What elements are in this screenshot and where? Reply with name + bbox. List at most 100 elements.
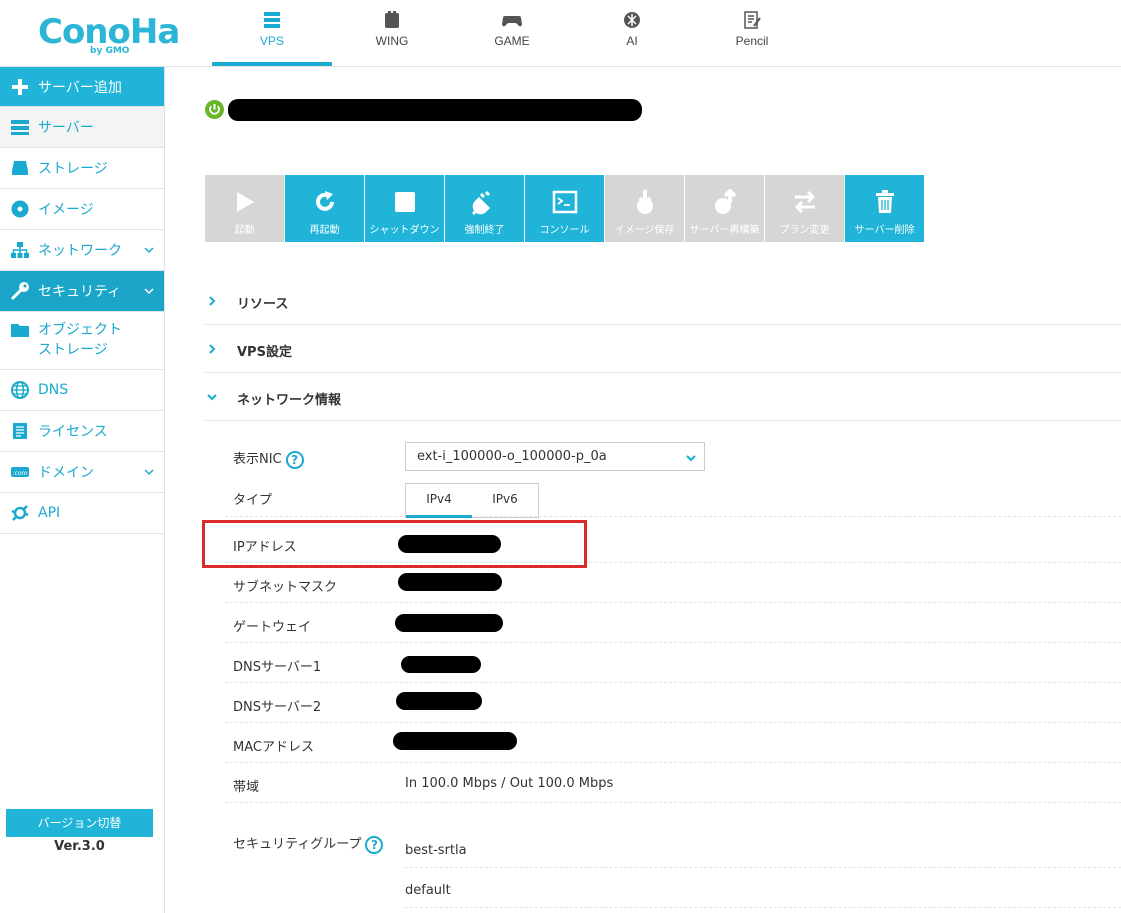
sidebar-item-label: オブジェクト ストレージ	[38, 320, 122, 360]
chevron-right-icon	[209, 296, 216, 306]
ip-address-highlight-box	[202, 520, 587, 568]
server-icon	[11, 120, 29, 135]
storage-icon	[12, 161, 28, 175]
globe-icon	[11, 381, 29, 399]
sidebar-item-api[interactable]: API	[0, 493, 164, 534]
sidebar-item-license[interactable]: ライセンス	[0, 411, 164, 452]
rebuild-server-button[interactable]: サーバー再構築	[685, 175, 764, 242]
plus-icon	[12, 78, 28, 95]
section-title: VPS設定	[237, 345, 292, 360]
restart-button[interactable]: 再起動	[285, 175, 364, 242]
nav-tab-wing[interactable]: WING	[332, 0, 452, 66]
nic-select[interactable]: ext-i_100000-o_100000-p_0a	[405, 442, 705, 471]
redacted-gateway	[395, 614, 503, 632]
section-resource[interactable]: リソース	[205, 277, 1121, 325]
delete-server-button[interactable]: サーバー削除	[845, 175, 924, 242]
sidebar-item-server[interactable]: サーバー	[0, 107, 164, 148]
plug-icon	[471, 190, 490, 215]
sidebar-item-label: サーバー	[38, 120, 94, 136]
button-label: シャットダウン	[369, 225, 440, 236]
subnet-row: サブネットマスク	[225, 563, 1121, 603]
security-group-item: default	[405, 868, 1121, 908]
security-group-item: best-srtla	[405, 828, 1121, 868]
nav-tab-label: WING	[375, 34, 409, 48]
sidebar-item-add-server[interactable]: サーバー追加	[0, 67, 164, 107]
redacted-server-name	[228, 99, 642, 121]
nic-label: 表示NIC?	[233, 448, 304, 469]
nic-select-value: ext-i_100000-o_100000-p_0a	[417, 449, 607, 464]
bandwidth-value: In 100.0 Mbps / Out 100.0 Mbps	[405, 776, 614, 791]
nav-tab-label: GAME	[494, 34, 530, 48]
chevron-down-icon	[144, 288, 154, 295]
nav-tab-pencil[interactable]: Pencil	[692, 0, 812, 66]
change-plan-button[interactable]: プラン変更	[765, 175, 844, 242]
dns2-label: DNSサーバー2	[233, 700, 322, 715]
chevron-down-icon	[686, 455, 696, 462]
dns2-row: DNSサーバー2	[225, 683, 1121, 723]
stop-icon	[394, 192, 415, 212]
chevron-down-icon	[144, 247, 154, 254]
sidebar-item-domain[interactable]: .com ドメイン	[0, 452, 164, 493]
license-icon	[13, 423, 27, 439]
bandwidth-row: 帯域 In 100.0 Mbps / Out 100.0 Mbps	[225, 763, 1121, 803]
redacted-dns2	[396, 692, 482, 710]
gateway-row: ゲートウェイ	[225, 603, 1121, 643]
button-label: プラン変更	[779, 225, 830, 236]
dns1-row: DNSサーバー1	[225, 643, 1121, 683]
sidebar-item-storage[interactable]: ストレージ	[0, 148, 164, 189]
type-row: タイプ	[225, 477, 1121, 517]
button-label: サーバー再構築	[689, 225, 760, 236]
gamepad-icon	[502, 16, 522, 27]
nav-tab-label: Pencil	[735, 34, 769, 48]
nav-tab-label: AI	[626, 34, 638, 48]
sidebar-item-object-storage[interactable]: オブジェクト ストレージ	[0, 312, 164, 370]
server-icon	[264, 12, 280, 28]
folder-icon	[11, 324, 29, 337]
api-icon	[11, 505, 29, 521]
version-switch-button[interactable]: バージョン切替	[6, 809, 153, 837]
conoha-logo[interactable]: ConoHa by GMO	[38, 12, 180, 56]
gateway-label: ゲートウェイ	[233, 620, 312, 635]
chevron-down-icon	[144, 469, 154, 476]
nav-tab-game[interactable]: GAME	[452, 0, 572, 66]
start-button[interactable]: 起動	[205, 175, 284, 242]
ipv4-tab[interactable]: IPv4	[406, 484, 472, 518]
sidebar-item-image[interactable]: イメージ	[0, 189, 164, 230]
button-label: イメージ保存	[614, 225, 675, 236]
force-stop-button[interactable]: 強制終了	[445, 175, 524, 242]
wing-icon	[385, 11, 399, 28]
section-vps-settings[interactable]: VPS設定	[205, 325, 1121, 373]
button-label: 強制終了	[464, 225, 505, 236]
sidebar-item-security[interactable]: セキュリティ	[0, 271, 164, 312]
sidebar-item-label: イメージ	[38, 202, 94, 218]
shutdown-button[interactable]: シャットダウン	[365, 175, 444, 242]
image-save-icon	[636, 190, 653, 214]
security-group-name: best-srtla	[405, 843, 467, 858]
help-icon[interactable]: ?	[285, 450, 304, 469]
nav-tab-vps[interactable]: VPS	[212, 0, 332, 66]
domain-icon: .com	[11, 467, 29, 477]
sidebar-item-label: ネットワーク	[38, 243, 122, 259]
sidebar-item-dns[interactable]: DNS	[0, 370, 164, 411]
help-icon[interactable]: ?	[365, 835, 384, 854]
sidebar-item-label: ストレージ	[38, 161, 108, 177]
svg-text:.com: .com	[13, 470, 28, 477]
sidebar-item-label-line1: オブジェクト	[38, 322, 122, 338]
section-title: ネットワーク情報	[237, 393, 342, 408]
button-label: コンソール	[539, 225, 590, 236]
server-action-toolbar: 起動 再起動 シャットダウン 強制終了 コンソール イメージ保存 サーバー再構築	[205, 175, 925, 242]
mac-label: MACアドレス	[233, 740, 314, 755]
save-image-button[interactable]: イメージ保存	[605, 175, 684, 242]
sidebar-item-network[interactable]: ネットワーク	[0, 230, 164, 271]
logo-sub: by GMO	[90, 46, 130, 56]
top-bar: ConoHa by GMO VPS WING GAME AI Pencil	[0, 0, 1121, 67]
main-content: 起動 再起動 シャットダウン 強制終了 コンソール イメージ保存 サーバー再構築	[165, 67, 1121, 913]
play-icon	[236, 192, 254, 212]
nav-tab-ai[interactable]: AI	[572, 0, 692, 66]
section-network-info[interactable]: ネットワーク情報	[205, 373, 1121, 421]
console-icon	[552, 190, 577, 214]
disc-icon	[11, 200, 29, 218]
button-label: 起動	[234, 225, 255, 236]
console-button[interactable]: コンソール	[525, 175, 604, 242]
ipv6-tab[interactable]: IPv6	[472, 484, 538, 517]
